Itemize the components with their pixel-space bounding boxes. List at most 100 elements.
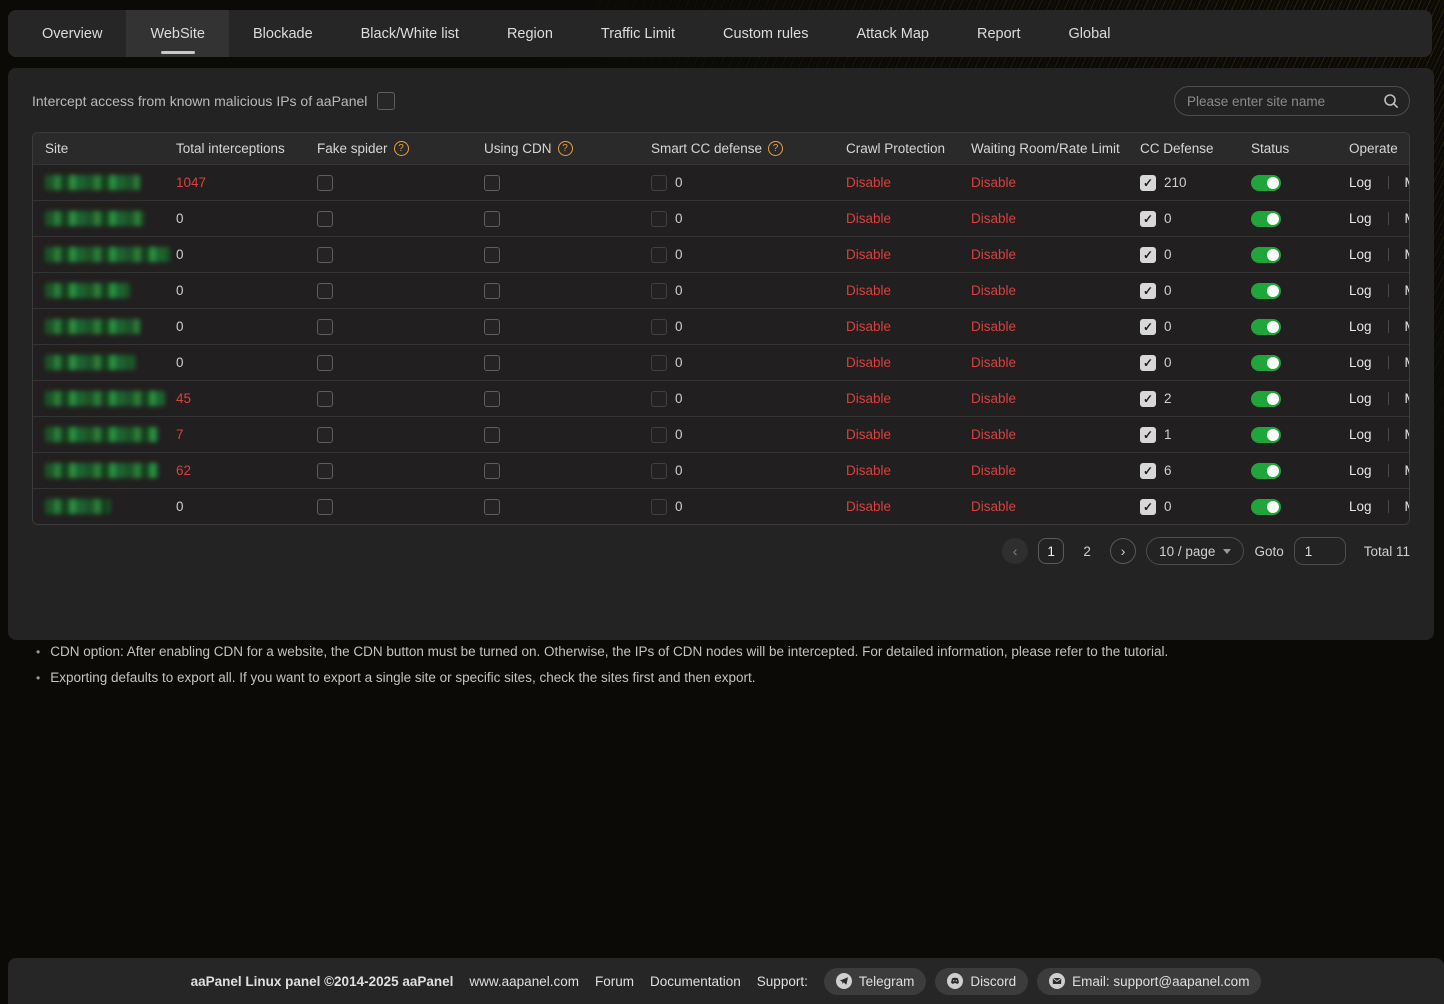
- crawl-protection-link[interactable]: Disable: [846, 391, 891, 406]
- using-cdn-checkbox[interactable]: [484, 175, 500, 191]
- using-cdn-checkbox[interactable]: [484, 355, 500, 371]
- nav-tab-custom-rules[interactable]: Custom rules: [699, 10, 832, 57]
- smart-cc-checkbox[interactable]: [651, 319, 667, 335]
- cc-defense-checkbox[interactable]: ✓: [1140, 319, 1156, 335]
- cc-defense-checkbox[interactable]: ✓: [1140, 175, 1156, 191]
- crawl-protection-link[interactable]: Disable: [846, 355, 891, 370]
- smart-cc-checkbox[interactable]: [651, 463, 667, 479]
- smart-cc-checkbox[interactable]: [651, 175, 667, 191]
- crawl-protection-link[interactable]: Disable: [846, 499, 891, 514]
- using-cdn-checkbox[interactable]: [484, 319, 500, 335]
- fake-spider-checkbox[interactable]: [317, 499, 333, 515]
- search-input[interactable]: [1187, 94, 1383, 109]
- smart-cc-checkbox[interactable]: [651, 499, 667, 515]
- log-link[interactable]: Log: [1349, 211, 1372, 226]
- redacted-site-name[interactable]: [45, 355, 135, 370]
- smart-cc-checkbox[interactable]: [651, 283, 667, 299]
- status-toggle[interactable]: [1251, 319, 1281, 335]
- goto-page-input[interactable]: [1294, 537, 1346, 565]
- fake-spider-checkbox[interactable]: [317, 391, 333, 407]
- status-toggle[interactable]: [1251, 211, 1281, 227]
- using-cdn-checkbox[interactable]: [484, 247, 500, 263]
- using-cdn-checkbox[interactable]: [484, 391, 500, 407]
- smart-cc-checkbox[interactable]: [651, 211, 667, 227]
- page-number-button[interactable]: 2: [1074, 538, 1100, 564]
- modify-link[interactable]: Modify: [1405, 175, 1410, 190]
- help-icon[interactable]: ?: [558, 141, 573, 156]
- nav-tab-blockade[interactable]: Blockade: [229, 10, 337, 57]
- page-number-button[interactable]: 1: [1038, 538, 1064, 564]
- log-link[interactable]: Log: [1349, 427, 1372, 442]
- crawl-protection-link[interactable]: Disable: [846, 211, 891, 226]
- crawl-protection-link[interactable]: Disable: [846, 247, 891, 262]
- log-link[interactable]: Log: [1349, 319, 1372, 334]
- log-link[interactable]: Log: [1349, 355, 1372, 370]
- waiting-room-link[interactable]: Disable: [971, 283, 1016, 298]
- cc-defense-checkbox[interactable]: ✓: [1140, 391, 1156, 407]
- nav-tab-overview[interactable]: Overview: [18, 10, 126, 57]
- waiting-room-link[interactable]: Disable: [971, 211, 1016, 226]
- status-toggle[interactable]: [1251, 175, 1281, 191]
- modify-link[interactable]: Modify: [1405, 499, 1410, 514]
- status-toggle[interactable]: [1251, 427, 1281, 443]
- support-pill-button[interactable]: Telegram: [824, 968, 927, 995]
- cc-defense-checkbox[interactable]: ✓: [1140, 355, 1156, 371]
- smart-cc-checkbox[interactable]: [651, 355, 667, 371]
- next-page-button[interactable]: ›: [1110, 538, 1136, 564]
- using-cdn-checkbox[interactable]: [484, 211, 500, 227]
- status-toggle[interactable]: [1251, 247, 1281, 263]
- crawl-protection-link[interactable]: Disable: [846, 427, 891, 442]
- redacted-site-name[interactable]: [45, 499, 110, 514]
- search-icon[interactable]: [1383, 93, 1399, 109]
- log-link[interactable]: Log: [1349, 391, 1372, 406]
- using-cdn-checkbox[interactable]: [484, 427, 500, 443]
- cc-defense-checkbox[interactable]: ✓: [1140, 211, 1156, 227]
- modify-link[interactable]: Modify: [1405, 463, 1410, 478]
- status-toggle[interactable]: [1251, 463, 1281, 479]
- nav-tab-global[interactable]: Global: [1045, 10, 1135, 57]
- status-toggle[interactable]: [1251, 391, 1281, 407]
- fake-spider-checkbox[interactable]: [317, 283, 333, 299]
- support-pill-button[interactable]: Discord: [935, 968, 1028, 995]
- fake-spider-checkbox[interactable]: [317, 211, 333, 227]
- modify-link[interactable]: Modify: [1405, 211, 1410, 226]
- using-cdn-checkbox[interactable]: [484, 499, 500, 515]
- modify-link[interactable]: Modify: [1405, 319, 1410, 334]
- nav-tab-traffic-limit[interactable]: Traffic Limit: [577, 10, 699, 57]
- modify-link[interactable]: Modify: [1405, 355, 1410, 370]
- support-pill-button[interactable]: Email: support@aapanel.com: [1037, 968, 1261, 995]
- page-size-select[interactable]: 10 / page: [1146, 537, 1244, 565]
- crawl-protection-link[interactable]: Disable: [846, 463, 891, 478]
- redacted-site-name[interactable]: [45, 319, 140, 334]
- cc-defense-checkbox[interactable]: ✓: [1140, 463, 1156, 479]
- fake-spider-checkbox[interactable]: [317, 463, 333, 479]
- waiting-room-link[interactable]: Disable: [971, 427, 1016, 442]
- redacted-site-name[interactable]: [45, 211, 145, 226]
- waiting-room-link[interactable]: Disable: [971, 463, 1016, 478]
- redacted-site-name[interactable]: [45, 391, 165, 406]
- nav-tab-website[interactable]: WebSite: [126, 10, 229, 57]
- footer-link-forum[interactable]: Forum: [595, 974, 634, 989]
- fake-spider-checkbox[interactable]: [317, 427, 333, 443]
- redacted-site-name[interactable]: [45, 283, 130, 298]
- log-link[interactable]: Log: [1349, 175, 1372, 190]
- help-icon[interactable]: ?: [768, 141, 783, 156]
- modify-link[interactable]: Modify: [1405, 391, 1410, 406]
- redacted-site-name[interactable]: [45, 247, 170, 262]
- help-icon[interactable]: ?: [394, 141, 409, 156]
- redacted-site-name[interactable]: [45, 463, 158, 478]
- smart-cc-checkbox[interactable]: [651, 427, 667, 443]
- cc-defense-checkbox[interactable]: ✓: [1140, 427, 1156, 443]
- waiting-room-link[interactable]: Disable: [971, 247, 1016, 262]
- using-cdn-checkbox[interactable]: [484, 283, 500, 299]
- modify-link[interactable]: Modify: [1405, 283, 1410, 298]
- fake-spider-checkbox[interactable]: [317, 175, 333, 191]
- nav-tab-attack-map[interactable]: Attack Map: [832, 10, 953, 57]
- cc-defense-checkbox[interactable]: ✓: [1140, 499, 1156, 515]
- waiting-room-link[interactable]: Disable: [971, 355, 1016, 370]
- website-link[interactable]: www.aapanel.com: [469, 974, 579, 989]
- waiting-room-link[interactable]: Disable: [971, 391, 1016, 406]
- waiting-room-link[interactable]: Disable: [971, 319, 1016, 334]
- nav-tab-report[interactable]: Report: [953, 10, 1045, 57]
- crawl-protection-link[interactable]: Disable: [846, 319, 891, 334]
